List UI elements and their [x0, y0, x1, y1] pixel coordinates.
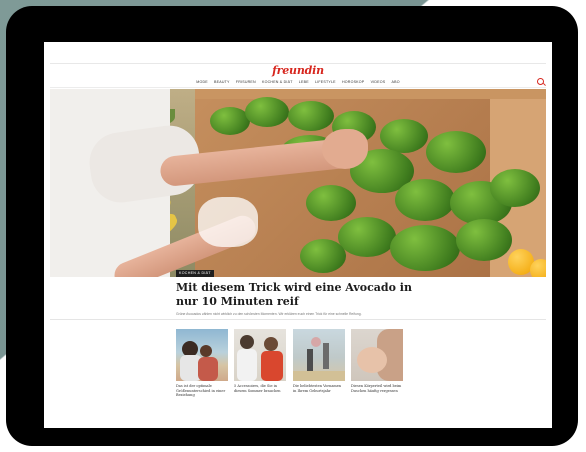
nav-divider [50, 87, 546, 88]
orange [530, 259, 546, 277]
nav-item-frisuren[interactable]: FRISUREN [236, 80, 256, 84]
avocado [426, 131, 486, 173]
teaser-caption[interactable]: Die beliebtesten Vornamen in Ihrem Gebur… [293, 384, 345, 393]
teaser-card[interactable]: Das ist der optimale Größenunterschied i… [176, 329, 228, 398]
nav-item-kochen[interactable]: KOCHEN & DIÄT [262, 80, 293, 84]
teaser-card[interactable]: Die beliebtesten Vornamen in Ihrem Gebur… [293, 329, 345, 393]
avocado [288, 101, 334, 131]
teaser-caption[interactable]: Das ist der optimale Größenunterschied i… [176, 384, 228, 398]
nav-item-videos[interactable]: VIDEOS [371, 80, 386, 84]
avocado [210, 107, 250, 135]
article-headline[interactable]: Mit diesem Trick wird eine Avocado in nu… [176, 281, 426, 308]
teaser-thumbnail[interactable] [176, 329, 228, 381]
search-icon[interactable] [537, 78, 544, 85]
nav-item-abo[interactable]: ABO [392, 80, 400, 84]
nav-item-mode[interactable]: MODE [196, 80, 208, 84]
tablet-screen: freundin MODE BEAUTY FRISUREN KOCHEN & D… [44, 42, 552, 428]
avocado [300, 239, 346, 273]
teaser-card[interactable]: Diesen Körperteil wird beim Duschen häuf… [351, 329, 403, 393]
avocado [306, 185, 356, 221]
avocado [490, 169, 540, 207]
hero-image[interactable] [50, 89, 546, 277]
nav-item-beauty[interactable]: BEAUTY [214, 80, 230, 84]
main-nav: MODE BEAUTY FRISUREN KOCHEN & DIÄT LEBE … [44, 80, 552, 84]
site-logo[interactable]: freundin [44, 64, 552, 77]
avocado [245, 97, 289, 127]
teaser-thumbnail[interactable] [351, 329, 403, 381]
teaser-card[interactable]: 5 Accessoires, die Sie in diesem Sommer … [234, 329, 286, 393]
person-hand [322, 129, 368, 169]
avocado [390, 225, 460, 271]
section-divider [50, 319, 546, 320]
article-teaser: Grüne Avocados zählen nicht wirklich zu … [176, 312, 362, 316]
plastic-bag [198, 197, 258, 247]
crate-plank [195, 89, 546, 99]
category-badge[interactable]: KOCHEN & DIÄT [176, 270, 214, 277]
nav-item-horoskop[interactable]: HOROSKOP [342, 80, 364, 84]
nav-item-lebe[interactable]: LEBE [299, 80, 309, 84]
teaser-thumbnail[interactable] [293, 329, 345, 381]
teaser-caption[interactable]: 5 Accessoires, die Sie in diesem Sommer … [234, 384, 286, 393]
avocado [380, 119, 428, 153]
avocado [456, 219, 512, 261]
teaser-caption[interactable]: Diesen Körperteil wird beim Duschen häuf… [351, 384, 403, 393]
nav-item-lifestyle[interactable]: LIFESTYLE [315, 80, 336, 84]
avocado [338, 217, 396, 257]
avocado [395, 179, 455, 221]
teaser-thumbnail[interactable] [234, 329, 286, 381]
